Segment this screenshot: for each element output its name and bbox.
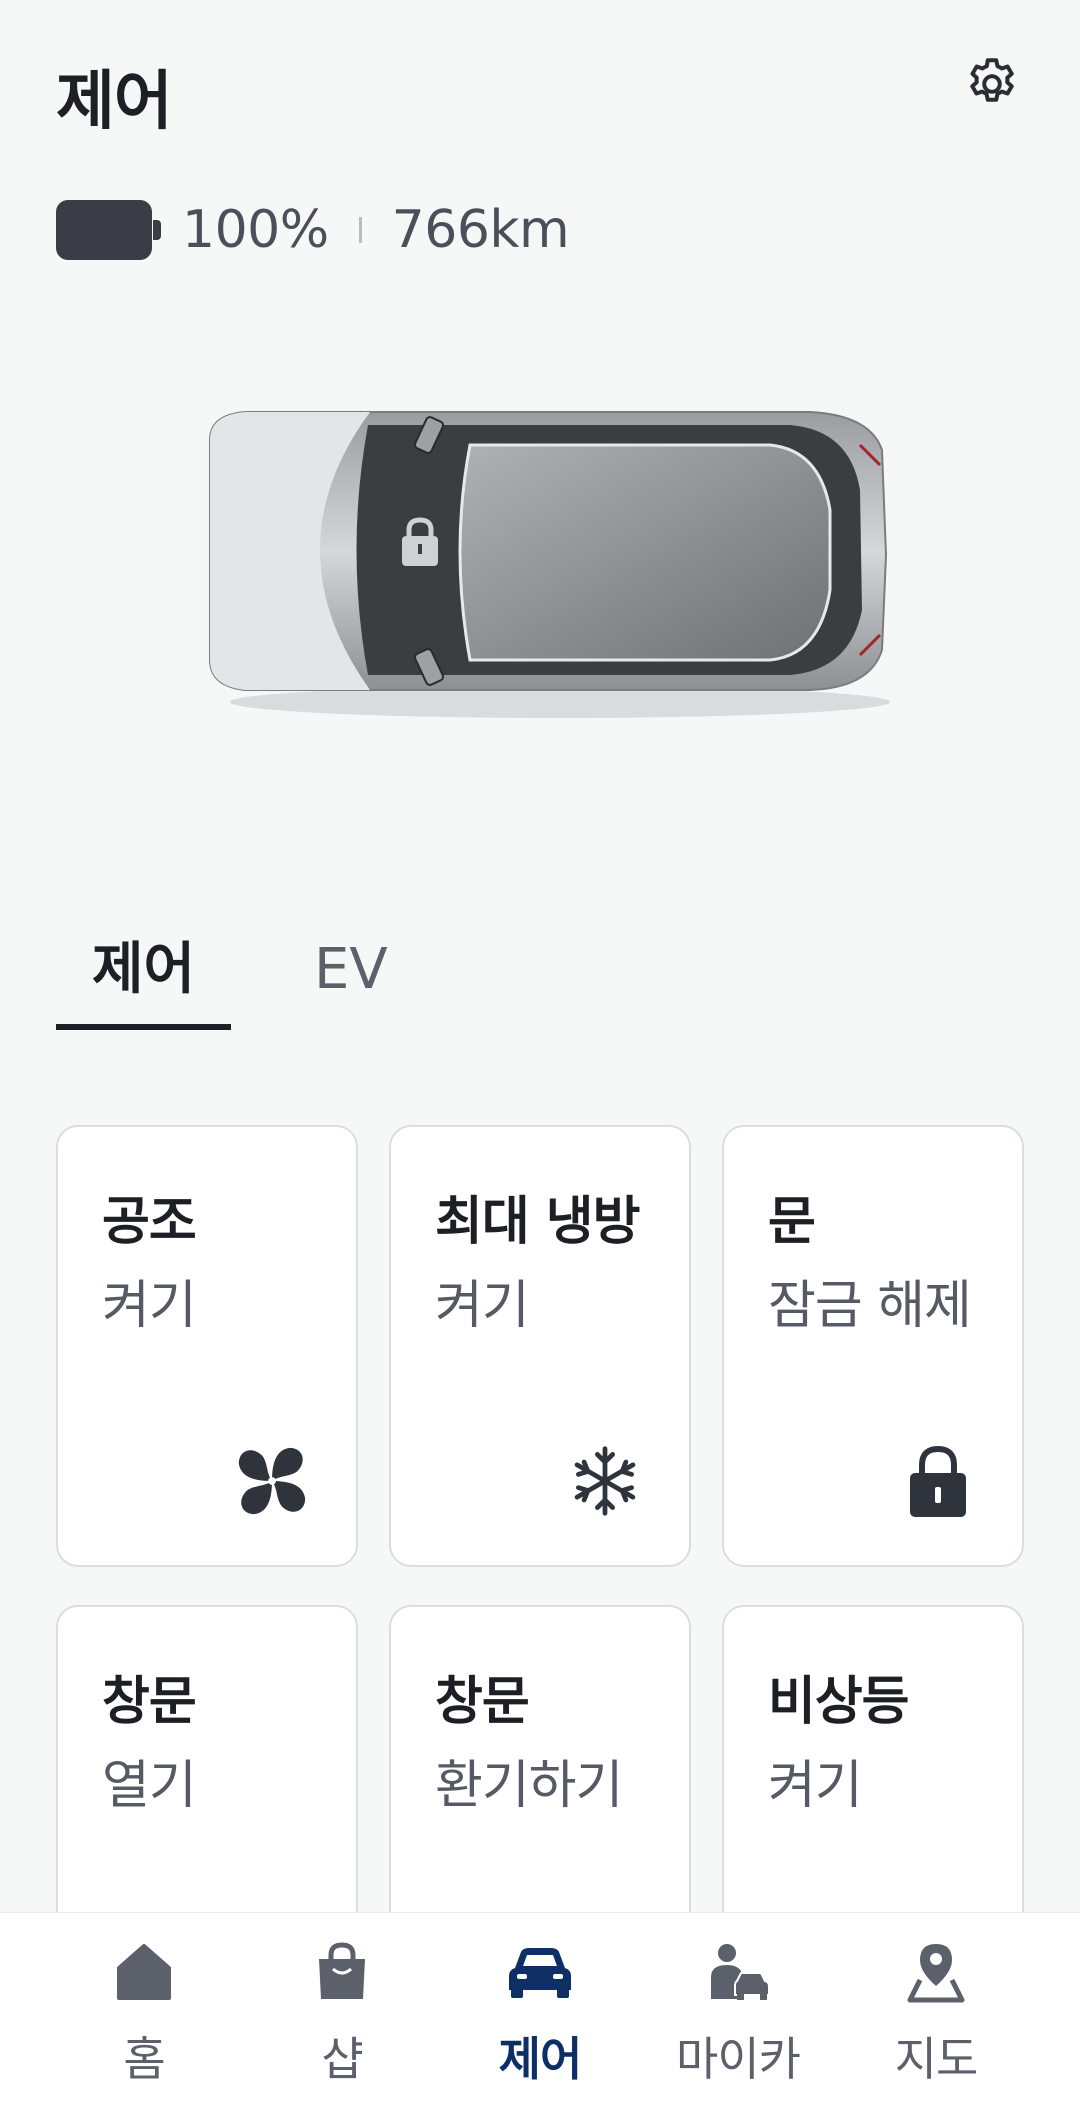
- nav-home[interactable]: 홈: [44, 1913, 244, 2110]
- card-action: 켜기: [768, 1756, 863, 1816]
- map-pin-icon: [901, 1937, 971, 2007]
- card-title: 문: [768, 1192, 816, 1252]
- car-top-view: [170, 370, 930, 730]
- bottom-nav: 홈 샵 제어 마이카 지도: [0, 1912, 1080, 2110]
- nav-label: 마이카: [676, 2032, 801, 2086]
- card-title: 창문: [435, 1672, 530, 1732]
- card-title: 창문: [102, 1672, 197, 1732]
- door-card[interactable]: 문 잠금 해제: [722, 1125, 1024, 1567]
- tab-ev[interactable]: EV: [314, 920, 388, 1020]
- settings-button[interactable]: [960, 52, 1024, 116]
- range-value: 766km: [391, 200, 570, 260]
- car-icon: [505, 1937, 575, 2007]
- fan-icon: [232, 1441, 312, 1521]
- card-action: 켜기: [102, 1276, 197, 1336]
- nav-label: 샵: [321, 2032, 363, 2086]
- nav-shop[interactable]: 샵: [242, 1913, 442, 2110]
- shop-bag-icon: [307, 1937, 377, 2007]
- card-action: 잠금 해제: [768, 1276, 972, 1336]
- mycar-icon: [703, 1937, 773, 2007]
- snowflake-icon: [565, 1441, 645, 1521]
- tab-control[interactable]: 제어: [56, 920, 231, 1030]
- tab-bar: 제어 EV: [56, 920, 1024, 1036]
- home-icon: [109, 1937, 179, 2007]
- nav-map[interactable]: 지도: [836, 1913, 1036, 2110]
- nav-label: 제어: [498, 2032, 583, 2086]
- card-action: 켜기: [435, 1276, 530, 1336]
- climate-card[interactable]: 공조 켜기: [56, 1125, 358, 1567]
- gear-icon: [970, 58, 1014, 102]
- nav-mycar[interactable]: 마이카: [638, 1913, 838, 2110]
- max-cooling-card[interactable]: 최대 냉방 켜기: [389, 1125, 691, 1567]
- card-title: 공조: [102, 1192, 197, 1252]
- status-divider: [358, 217, 362, 243]
- nav-label: 지도: [894, 2032, 979, 2086]
- card-action: 환기하기: [435, 1756, 623, 1816]
- nav-label: 홈: [123, 2032, 165, 2086]
- card-action: 열기: [102, 1756, 197, 1816]
- battery-icon: [56, 200, 161, 260]
- lock-icon: [898, 1441, 978, 1521]
- card-title: 비상등: [768, 1672, 910, 1732]
- header: 제어: [56, 50, 1024, 140]
- car-image: [209, 411, 890, 718]
- vehicle-status: 100% 766km: [56, 194, 570, 266]
- card-title: 최대 냉방: [435, 1192, 640, 1252]
- page-title: 제어: [56, 65, 173, 139]
- battery-percent: 100%: [182, 200, 329, 260]
- nav-control[interactable]: 제어: [440, 1913, 640, 2110]
